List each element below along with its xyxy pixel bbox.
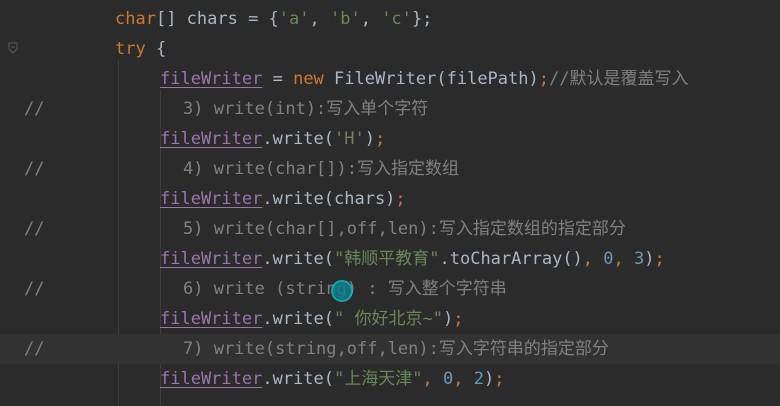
code-line[interactable]: try { [0, 34, 780, 64]
token: , [360, 9, 382, 29]
code-line[interactable]: fileWriter.write("韩顺平教育".toCharArray(), … [0, 244, 780, 274]
token: 7) write(string,off,len):写入字符串的指定部分 [183, 339, 609, 359]
token: fileWriter [160, 249, 263, 269]
token: ; [395, 189, 406, 209]
commented-code-line[interactable]: // 7) write(string,off,len):写入字符串的指定部分 [0, 334, 780, 364]
token: , [613, 249, 635, 269]
token: fileWriter [160, 69, 263, 89]
code-text: 4) write(char[]):写入指定数组 [183, 154, 459, 184]
token: ; [538, 69, 549, 89]
code-text: fileWriter.write(chars); [160, 184, 406, 214]
token: ) [644, 249, 655, 269]
token: , [422, 369, 443, 389]
code-text: fileWriter.write('H'); [160, 124, 385, 154]
code-line[interactable]: fileWriter.write(chars); [0, 184, 780, 214]
token: new [293, 69, 324, 89]
commented-code-line[interactable]: // 4) write(char[]):写入指定数组 [0, 154, 780, 184]
commented-code-line[interactable]: //6) write (string) : 写入整个字符串 [0, 274, 780, 304]
token: .write( [262, 309, 335, 329]
token: 2 [473, 369, 484, 389]
token: ) [483, 369, 495, 389]
token: , [582, 249, 604, 269]
token: 0 [442, 369, 454, 389]
token: ) [364, 129, 375, 149]
code-text: fileWriter.write("上海天津", 0, 2); [160, 364, 504, 394]
code-text: fileWriter.write(" 你好北京~"); [160, 304, 463, 334]
token: 'a' [278, 9, 310, 29]
token: fileWriter [160, 309, 263, 329]
code-text: fileWriter = new FileWriter(filePath);//… [160, 64, 688, 94]
line-comment-marker: // [24, 219, 45, 239]
token: FileWriter(filePath) [323, 69, 539, 89]
token: ; [374, 129, 386, 149]
line-comment-marker: // [24, 339, 45, 359]
token: 'c' [381, 9, 412, 29]
token: "韩顺平教育" [334, 249, 440, 269]
code-line[interactable]: fileWriter = new FileWriter(filePath);//… [0, 64, 780, 94]
token: ; [453, 309, 464, 329]
token: fileWriter [160, 129, 263, 149]
token: ) [442, 309, 454, 329]
token: fileWriter [160, 369, 263, 389]
token: 5) write(char[],off,len):写入指定数组的指定部分 [183, 219, 626, 239]
code-line[interactable]: fileWriter.write(" 你好北京~"); [0, 304, 780, 334]
token: [] chars = { [155, 9, 279, 29]
code-line[interactable]: char[] chars = {'a', 'b', 'c'}; [0, 4, 780, 34]
token: , [309, 9, 330, 29]
token: " 你好北京~" [334, 309, 443, 329]
code-line[interactable]: fileWriter.write('H'); [0, 124, 780, 154]
token: = [262, 69, 294, 89]
cursor-highlight-icon [331, 280, 353, 302]
commented-code-line[interactable]: // 5) write(char[],off,len):写入指定数组的指定部分 [0, 214, 780, 244]
token: 4) write(char[]):写入指定数组 [183, 159, 459, 179]
token: fileWriter [160, 189, 263, 209]
token: "上海天津" [334, 369, 423, 389]
token: }; [411, 9, 433, 29]
code-line[interactable]: fileWriter.write("上海天津", 0, 2); [0, 364, 780, 394]
line-comment-marker: // [24, 159, 45, 179]
code-text: 7) write(string,off,len):写入字符串的指定部分 [183, 334, 609, 364]
token: , [453, 369, 474, 389]
token: .write( [262, 129, 335, 149]
token: .write(chars) [262, 189, 396, 209]
code-text: try { [115, 34, 166, 64]
code-text: fileWriter.write("韩顺平教育".toCharArray(), … [160, 244, 665, 274]
token: 'b' [329, 9, 361, 29]
code-editor[interactable]: char[] chars = {'a', 'b', 'c'}; try {file… [0, 0, 780, 406]
token: 3) write(int):写入单个字符 [183, 99, 429, 119]
token: 'H' [334, 129, 365, 149]
token: .toCharArray() [439, 249, 583, 269]
token: { [145, 39, 167, 59]
token: //默认是覆盖写入 [548, 69, 689, 89]
token: ; [654, 249, 665, 269]
line-comment-marker: // [24, 99, 45, 119]
code-text: 5) write(char[],off,len):写入指定数组的指定部分 [183, 214, 626, 244]
token: 3 [634, 249, 645, 269]
commented-code-line[interactable]: // 3) write(int):写入单个字符 [0, 94, 780, 124]
line-comment-marker: // [24, 279, 45, 299]
token: ; [494, 369, 505, 389]
code-text: char[] chars = {'a', 'b', 'c'}; [115, 4, 432, 34]
token: try [115, 39, 146, 59]
code-text: 3) write(int):写入单个字符 [183, 94, 428, 124]
token: .write( [262, 369, 335, 389]
token: char [115, 9, 156, 29]
token: .write( [262, 249, 335, 269]
token: 0 [603, 249, 614, 269]
